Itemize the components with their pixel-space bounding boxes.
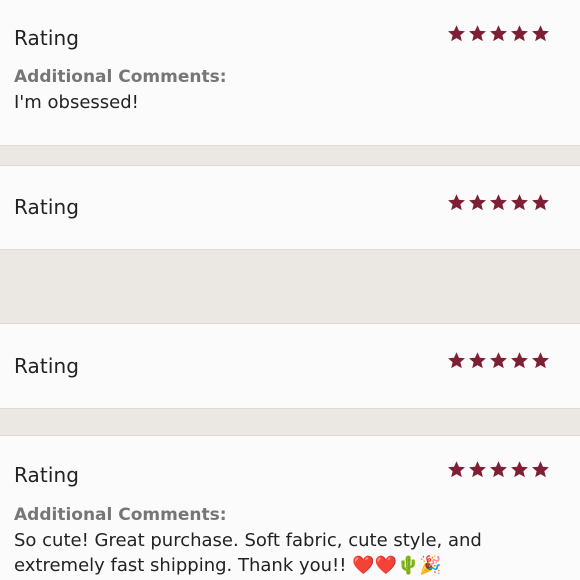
star-icon bbox=[510, 351, 529, 370]
review-card: Rating Additional Comments: So cute! Gre… bbox=[0, 436, 580, 580]
star-rating bbox=[447, 193, 550, 212]
review-card: Rating Additional Comments: I'm obsessed… bbox=[0, 0, 580, 145]
separator bbox=[0, 145, 580, 166]
star-icon bbox=[468, 193, 487, 212]
separator bbox=[0, 408, 580, 436]
comment-text: So cute! Great purchase. Soft fabric, cu… bbox=[14, 530, 482, 576]
rating-label: Rating bbox=[14, 354, 80, 378]
star-rating bbox=[447, 351, 550, 370]
star-icon bbox=[531, 24, 550, 43]
star-icon bbox=[531, 460, 550, 479]
star-icon bbox=[447, 24, 466, 43]
star-icon bbox=[510, 460, 529, 479]
rating-label: Rating bbox=[14, 195, 80, 219]
star-icon bbox=[468, 460, 487, 479]
star-icon bbox=[447, 351, 466, 370]
star-icon bbox=[510, 193, 529, 212]
star-icon bbox=[531, 193, 550, 212]
review-card: Rating bbox=[0, 324, 580, 408]
star-icon bbox=[447, 460, 466, 479]
star-icon bbox=[489, 351, 508, 370]
review-card: Rating bbox=[0, 166, 580, 249]
star-icon bbox=[489, 193, 508, 212]
star-icon bbox=[489, 460, 508, 479]
rating-label: Rating bbox=[14, 26, 80, 50]
separator bbox=[0, 249, 580, 324]
star-icon bbox=[489, 24, 508, 43]
additional-comments-label: Additional Comments: bbox=[14, 505, 227, 525]
star-rating bbox=[447, 24, 550, 43]
additional-comments-label: Additional Comments: bbox=[14, 67, 227, 87]
comment-text: I'm obsessed! bbox=[14, 92, 139, 113]
star-icon bbox=[531, 351, 550, 370]
star-icon bbox=[468, 24, 487, 43]
star-icon bbox=[510, 24, 529, 43]
star-icon bbox=[468, 351, 487, 370]
star-icon bbox=[447, 193, 466, 212]
star-rating bbox=[447, 460, 550, 479]
rating-label: Rating bbox=[14, 463, 80, 487]
